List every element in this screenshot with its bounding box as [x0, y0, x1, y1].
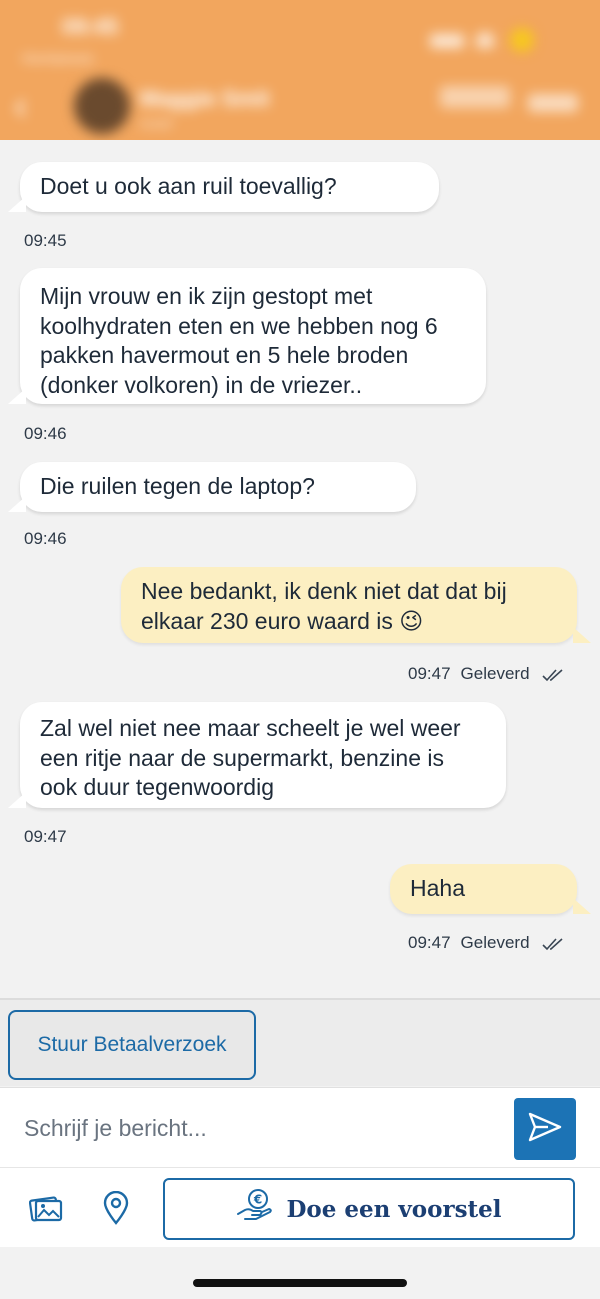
message-bubble-outgoing[interactable]: Haha — [390, 864, 577, 914]
message-text: Die ruilen tegen de laptop? — [40, 473, 315, 499]
delivery-status: Geleverd — [460, 933, 530, 952]
message-bubble-incoming[interactable]: Doet u ook aan ruil toevallig? — [20, 162, 439, 212]
message-timestamp: 09:47 — [408, 664, 451, 683]
svg-text:€: € — [253, 1193, 262, 1207]
location-pin-icon — [102, 1190, 130, 1230]
signal-icon — [430, 34, 464, 48]
message-text-line: koolhydraten eten en we hebben nog 6 — [40, 312, 438, 339]
bubble-tail — [573, 898, 591, 914]
action-bar: € Doe een voorstel — [0, 1167, 600, 1247]
delivery-status: Geleverd — [460, 664, 530, 683]
make-offer-label: Doe een voorstel — [286, 1195, 502, 1223]
send-button[interactable] — [514, 1098, 576, 1160]
status-carrier: Marktplaats — [22, 50, 95, 66]
composer-bar — [0, 1087, 600, 1167]
message-text: Haha — [410, 875, 465, 901]
listing-price-badge[interactable] — [440, 86, 510, 108]
message-text: Doet u ook aan ruil toevallig? — [40, 173, 337, 199]
status-icons — [430, 28, 540, 52]
message-timestamp: 09:46 — [24, 529, 67, 548]
contact-name[interactable]: Maggie Smit — [140, 86, 270, 112]
message-text-line: ook duur tegenwoordig — [40, 774, 274, 800]
message-timestamp: 09:46 — [24, 424, 67, 443]
home-indicator-area — [0, 1247, 600, 1299]
message-bubble-incoming[interactable]: Mijn vrouw en ik zijn gestopt met koolhy… — [20, 268, 486, 404]
message-timestamp: 09:45 — [24, 231, 67, 250]
battery-icon — [510, 28, 534, 52]
home-indicator[interactable] — [193, 1279, 407, 1287]
hand-euro-icon: € — [236, 1188, 286, 1230]
payment-request-label: Stuur Betaalverzoek — [37, 1033, 227, 1056]
message-text-line: Nee bedankt, ik denk niet dat dat bij — [141, 578, 507, 604]
photo-icon — [28, 1193, 63, 1228]
bubble-tail — [573, 627, 591, 643]
header-menu-button[interactable] — [528, 94, 578, 112]
wifi-icon — [476, 32, 494, 48]
contact-status: Actief — [140, 116, 173, 131]
make-offer-button[interactable]: € Doe een voorstel — [163, 1178, 575, 1240]
message-bubble-outgoing[interactable]: Nee bedankt, ik denk niet dat dat bij el… — [121, 567, 577, 643]
message-text-line: Mijn vrouw en ik zijn gestopt met — [40, 283, 373, 309]
payment-request-button[interactable]: Stuur Betaalverzoek — [8, 1010, 256, 1080]
message-bubble-incoming[interactable]: Zal wel niet nee maar scheelt je wel wee… — [20, 702, 506, 808]
message-timestamp: 09:47 — [24, 827, 67, 846]
message-timestamp: 09:47 — [408, 933, 451, 952]
message-bubble-incoming[interactable]: Die ruilen tegen de laptop? — [20, 462, 416, 512]
message-text-line: een ritje naar de supermarkt, benzine is — [40, 744, 444, 771]
message-text-line: (donker volkoren) in de vriezer.. — [40, 371, 363, 398]
double-check-icon — [541, 936, 564, 956]
double-check-icon — [541, 667, 564, 687]
back-button[interactable]: ‹ — [14, 86, 27, 126]
message-text-line: Zal wel niet nee maar scheelt je wel wee… — [40, 715, 461, 741]
avatar[interactable] — [74, 78, 130, 134]
message-text-line: elkaar 230 euro waard is 😉 — [141, 607, 424, 634]
status-time: 09:45 — [62, 14, 119, 39]
send-icon — [528, 1112, 562, 1147]
chat-header: 09:45 Marktplaats ‹ Maggie Smit Actief — [0, 0, 600, 140]
message-meta: 09:47 Geleverd — [408, 933, 564, 956]
location-button[interactable] — [98, 1190, 134, 1230]
photo-button[interactable] — [28, 1192, 64, 1228]
bubble-tail — [8, 792, 26, 808]
message-meta: 09:47 Geleverd — [408, 664, 564, 687]
message-text-line: pakken havermout en 5 hele broden — [40, 342, 409, 368]
message-input[interactable] — [24, 1108, 494, 1148]
payment-request-bar: Stuur Betaalverzoek — [0, 998, 600, 1086]
